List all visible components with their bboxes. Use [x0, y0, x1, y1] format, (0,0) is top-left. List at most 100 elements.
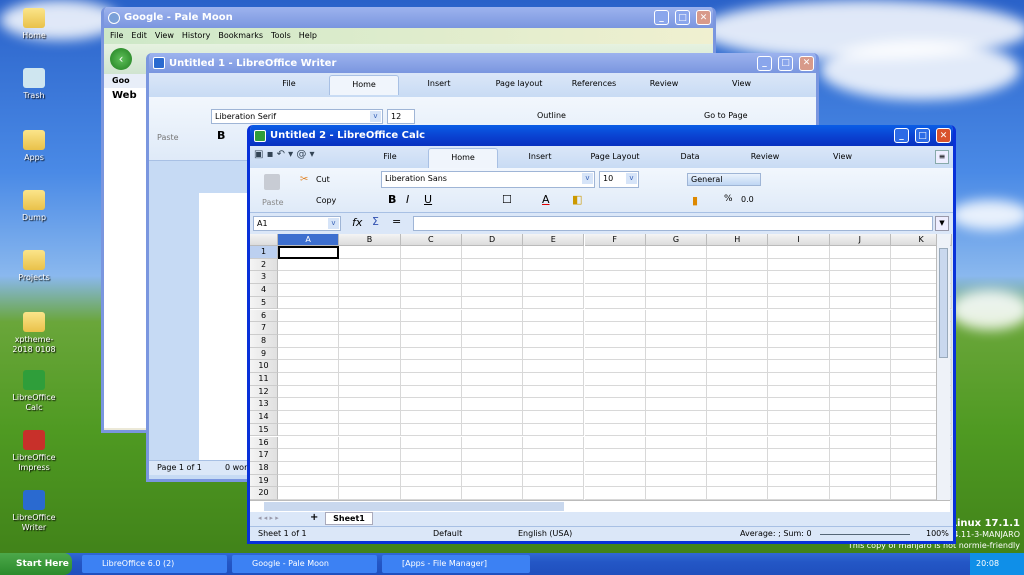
maximize-button[interactable]: □ [915, 128, 930, 143]
tab-review[interactable]: Review [639, 75, 689, 95]
row-header[interactable]: 7 [250, 322, 278, 335]
cell[interactable] [278, 373, 340, 386]
cell[interactable] [645, 322, 708, 335]
cell[interactable] [339, 334, 401, 348]
minimize-button[interactable]: _ [894, 128, 909, 143]
cell[interactable] [584, 309, 646, 323]
tab-page-layout[interactable]: Page layout [484, 75, 554, 95]
cell[interactable] [645, 347, 708, 361]
italic-button[interactable]: I [406, 193, 409, 206]
cell[interactable] [768, 411, 830, 424]
cell[interactable] [523, 258, 585, 272]
cell[interactable] [400, 258, 462, 272]
cell[interactable] [461, 474, 524, 488]
maximize-button[interactable]: □ [675, 10, 690, 25]
cell[interactable] [523, 461, 585, 475]
cell[interactable] [768, 296, 830, 310]
cell[interactable] [339, 309, 401, 323]
cell[interactable] [645, 373, 708, 386]
row-header[interactable]: 13 [250, 398, 278, 412]
column-header[interactable]: D [461, 234, 524, 246]
cell[interactable] [339, 436, 401, 450]
cell[interactable] [523, 284, 585, 297]
cell[interactable] [339, 373, 401, 386]
cell[interactable] [768, 449, 830, 462]
tab-page-layout[interactable]: Page Layout [585, 148, 645, 168]
column-header[interactable]: B [339, 234, 401, 246]
cell[interactable] [523, 423, 585, 437]
cell[interactable] [829, 436, 891, 450]
name-box[interactable]: A1 v [253, 216, 341, 231]
cell[interactable] [461, 373, 524, 386]
cell[interactable] [400, 411, 462, 424]
cell[interactable] [768, 334, 830, 348]
cell[interactable] [461, 258, 524, 272]
outline-button[interactable]: Outline [537, 111, 566, 120]
cell[interactable] [645, 334, 708, 348]
cell[interactable] [278, 423, 340, 437]
row-header[interactable]: 18 [250, 461, 278, 475]
cell[interactable] [829, 296, 891, 310]
cell[interactable] [339, 411, 401, 424]
cell[interactable] [645, 271, 708, 285]
calc-window[interactable]: Untitled 2 - LibreOffice Calc _ □ ✕ ▣ ▪ ↶ … [247, 125, 956, 544]
cell[interactable] [339, 461, 401, 475]
cell[interactable] [461, 423, 524, 437]
cell[interactable] [584, 284, 646, 297]
cell[interactable] [707, 360, 769, 373]
sheet-nav-buttons[interactable]: ◂ ◂ ▸ ▸ [258, 514, 279, 522]
cell[interactable] [645, 474, 708, 488]
cell[interactable] [278, 296, 340, 310]
cell[interactable] [523, 296, 585, 310]
sum-icon[interactable]: Σ [372, 215, 379, 228]
cell[interactable] [400, 334, 462, 348]
cell[interactable] [400, 461, 462, 475]
cell[interactable] [829, 334, 891, 348]
paste-button[interactable]: Paste [262, 198, 284, 207]
column-header[interactable]: J [829, 234, 891, 246]
desktop-icon-impress[interactable]: LibreOffice Impress [8, 430, 60, 473]
close-button[interactable]: ✕ [799, 55, 814, 71]
menu-history[interactable]: History [182, 28, 210, 44]
cell[interactable] [400, 436, 462, 450]
cell[interactable] [829, 271, 891, 285]
cell[interactable] [584, 347, 646, 361]
column-header[interactable]: A [278, 234, 340, 246]
start-button[interactable]: Start Here [0, 553, 72, 575]
tab-file[interactable]: File [269, 75, 309, 95]
cut-button[interactable]: Cut [316, 175, 330, 184]
cell[interactable] [461, 449, 524, 462]
cell[interactable] [400, 423, 462, 437]
column-header[interactable]: E [523, 234, 585, 246]
row-header[interactable]: 2 [250, 258, 278, 272]
cell[interactable] [339, 360, 401, 373]
cell[interactable] [645, 423, 708, 437]
vertical-scrollbar[interactable] [936, 234, 950, 500]
cell[interactable] [584, 474, 646, 488]
tab-references[interactable]: References [559, 75, 629, 95]
cell[interactable] [523, 373, 585, 386]
spreadsheet-grid[interactable]: A B C D E F G H I J K 1 2 3 4 5 6 7 8 9 10 11 12 13 14 15 16 17 18 19… [250, 234, 953, 500]
cell[interactable] [829, 284, 891, 297]
cell[interactable] [829, 461, 891, 475]
column-header[interactable]: H [707, 234, 769, 246]
cell[interactable] [584, 411, 646, 424]
cell[interactable] [278, 284, 340, 297]
column-header[interactable]: F [584, 234, 646, 246]
font-name-box[interactable]: Liberation Sans v [381, 171, 595, 188]
tab-insert[interactable]: Insert [419, 75, 459, 95]
cell[interactable] [707, 322, 769, 335]
number-format-box[interactable]: General [687, 173, 761, 186]
cell[interactable] [645, 296, 708, 310]
cell[interactable] [278, 474, 340, 488]
cell[interactable] [400, 373, 462, 386]
horizontal-scrollbar[interactable] [250, 500, 950, 512]
cell[interactable] [768, 423, 830, 437]
cell[interactable] [278, 385, 340, 399]
cell[interactable] [278, 461, 340, 475]
cell[interactable] [768, 474, 830, 488]
desktop-icon-dump[interactable]: Dump [8, 190, 60, 223]
desktop-icon-writer[interactable]: LibreOffice Writer [8, 490, 60, 533]
cell[interactable] [278, 309, 340, 323]
cell[interactable] [461, 436, 524, 450]
